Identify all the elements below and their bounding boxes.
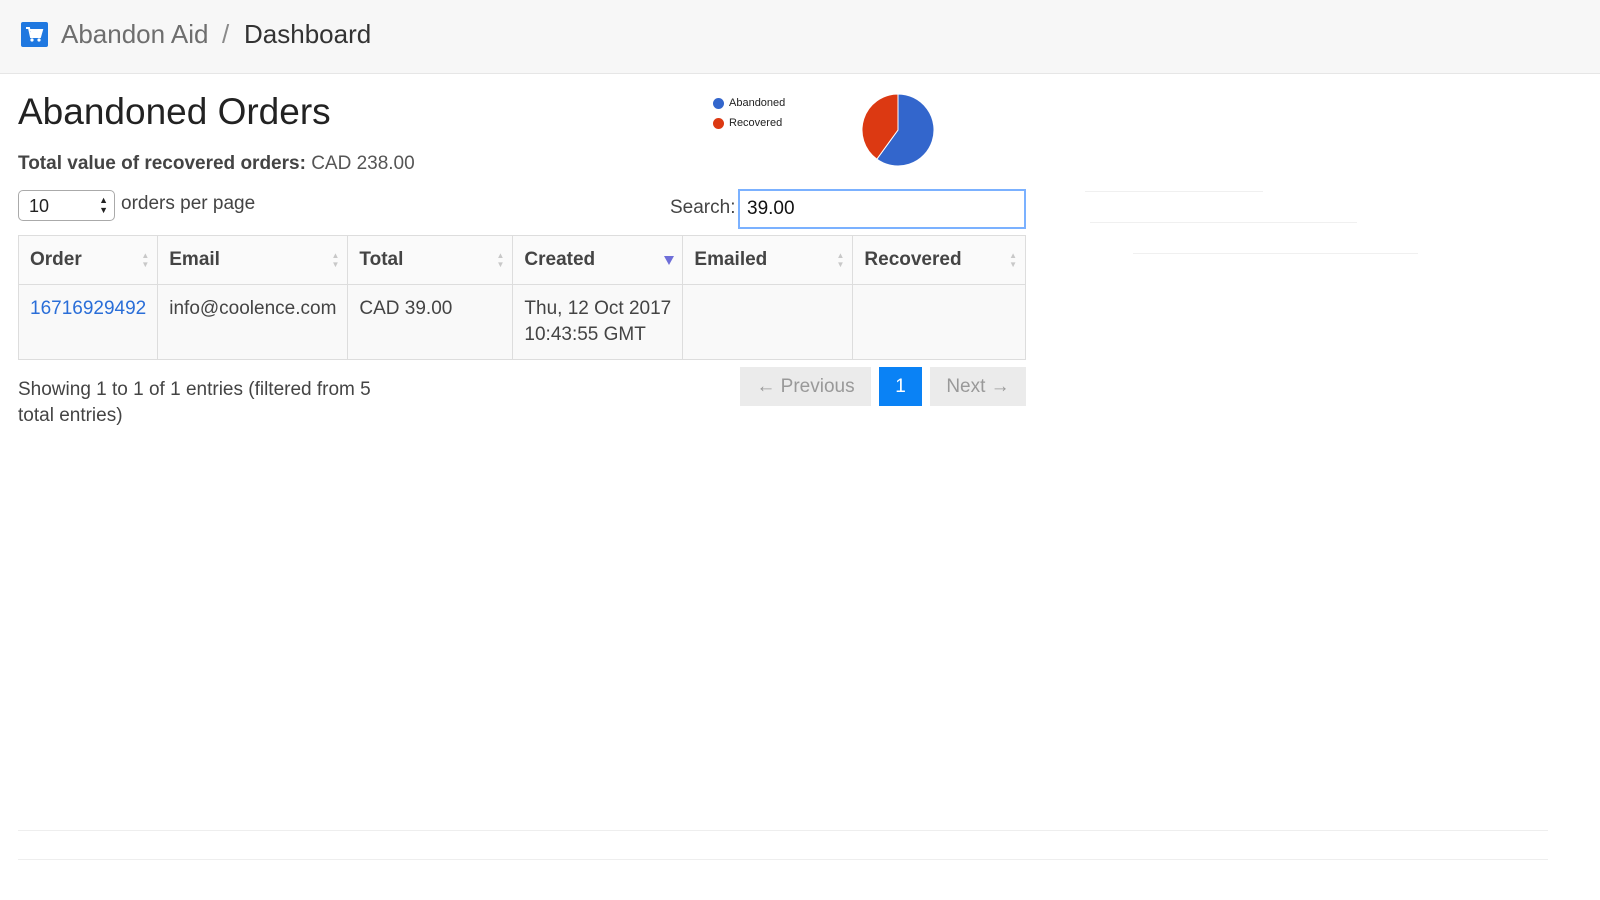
cell-emailed xyxy=(682,284,854,360)
pie-chart xyxy=(861,93,935,167)
legend-swatch-abandoned xyxy=(713,97,724,109)
sort-icon: ▲ ▼ xyxy=(331,251,340,269)
faint-divider xyxy=(1085,191,1263,192)
column-header-total[interactable]: Total ▲ ▼ xyxy=(347,235,514,285)
table-row: 16716929492 info@coolence.com CAD 39.00 … xyxy=(17,284,1026,360)
footer-divider xyxy=(18,830,1548,831)
breadcrumb-current: Dashboard xyxy=(244,19,372,49)
sort-icon: ▲ ▼ xyxy=(496,251,505,269)
faint-divider xyxy=(1133,253,1418,254)
column-header-order[interactable]: Order ▲ ▼ xyxy=(17,235,159,285)
cell-recovered xyxy=(852,284,1026,360)
total-value: CAD 238.00 xyxy=(311,153,415,174)
column-header-email[interactable]: Email ▲ ▼ xyxy=(157,235,349,285)
column-label-emailed: Emailed xyxy=(694,249,768,270)
next-button[interactable]: Next → xyxy=(930,367,1026,406)
column-header-emailed[interactable]: Emailed ▲ ▼ xyxy=(682,235,854,285)
page-1-button[interactable]: 1 xyxy=(879,367,922,406)
legend-item-recovered: Recovered xyxy=(713,113,785,133)
breadcrumb-separator: / xyxy=(222,19,230,49)
sort-icon: ▲ ▼ xyxy=(836,251,845,269)
per-page-select[interactable]: 10 ▲ ▼ xyxy=(18,190,115,221)
total-label: Total value of recovered orders: xyxy=(18,153,306,174)
pie-legend: Abandoned Recovered xyxy=(713,93,785,133)
created-time: 10:43:55 GMT xyxy=(524,324,646,345)
created-date: Thu, 12 Oct 2017 xyxy=(524,298,672,319)
column-label-email: Email xyxy=(169,249,220,270)
per-page-label: orders per page xyxy=(121,193,256,214)
footer-divider xyxy=(18,859,1548,860)
search-input[interactable] xyxy=(738,189,1026,229)
column-label-created: Created xyxy=(524,249,596,270)
legend-swatch-recovered xyxy=(713,117,724,129)
column-header-recovered[interactable]: Recovered ▲ ▼ xyxy=(852,235,1026,285)
page-title: Abandoned Orders xyxy=(18,91,331,132)
legend-label-abandoned: Abandoned xyxy=(729,97,786,109)
column-header-created[interactable]: Created xyxy=(512,235,684,285)
top-navbar: Abandon Aid / Dashboard xyxy=(0,0,1600,74)
previous-button[interactable]: ← Previous xyxy=(740,367,871,406)
table-info: Showing 1 to 1 of 1 entries (filtered fr… xyxy=(18,379,371,426)
legend-label-recovered: Recovered xyxy=(729,117,783,129)
cell-order: 16716929492 xyxy=(17,284,159,360)
column-label-recovered: Recovered xyxy=(864,249,962,270)
total-recovered: Total value of recovered orders: CAD 238… xyxy=(18,153,415,175)
cell-email: info@coolence.com xyxy=(157,284,349,360)
sort-icon: ▲ ▼ xyxy=(1009,251,1017,269)
orders-table: Order ▲ ▼ Email ▲ ▼ Total ▲ ▼ Created Email… xyxy=(17,235,1026,360)
brand-link[interactable]: Abandon Aid xyxy=(61,19,208,50)
order-link[interactable]: 16716929492 xyxy=(30,298,146,319)
cart-logo-icon[interactable] xyxy=(21,22,48,47)
per-page-value: 10 xyxy=(29,196,50,216)
column-label-total: Total xyxy=(359,249,404,270)
cell-total: CAD 39.00 xyxy=(347,284,514,360)
legend-item-abandoned: Abandoned xyxy=(713,93,785,113)
cell-created: Thu, 12 Oct 2017 10:43:55 GMT xyxy=(512,284,684,360)
sort-desc-icon xyxy=(664,256,675,265)
search-label: Search: xyxy=(670,197,736,218)
select-arrows-icon: ▲ ▼ xyxy=(99,195,108,215)
faint-divider xyxy=(1090,222,1357,223)
sort-icon: ▲ ▼ xyxy=(141,251,150,269)
column-label-order: Order xyxy=(30,249,82,270)
